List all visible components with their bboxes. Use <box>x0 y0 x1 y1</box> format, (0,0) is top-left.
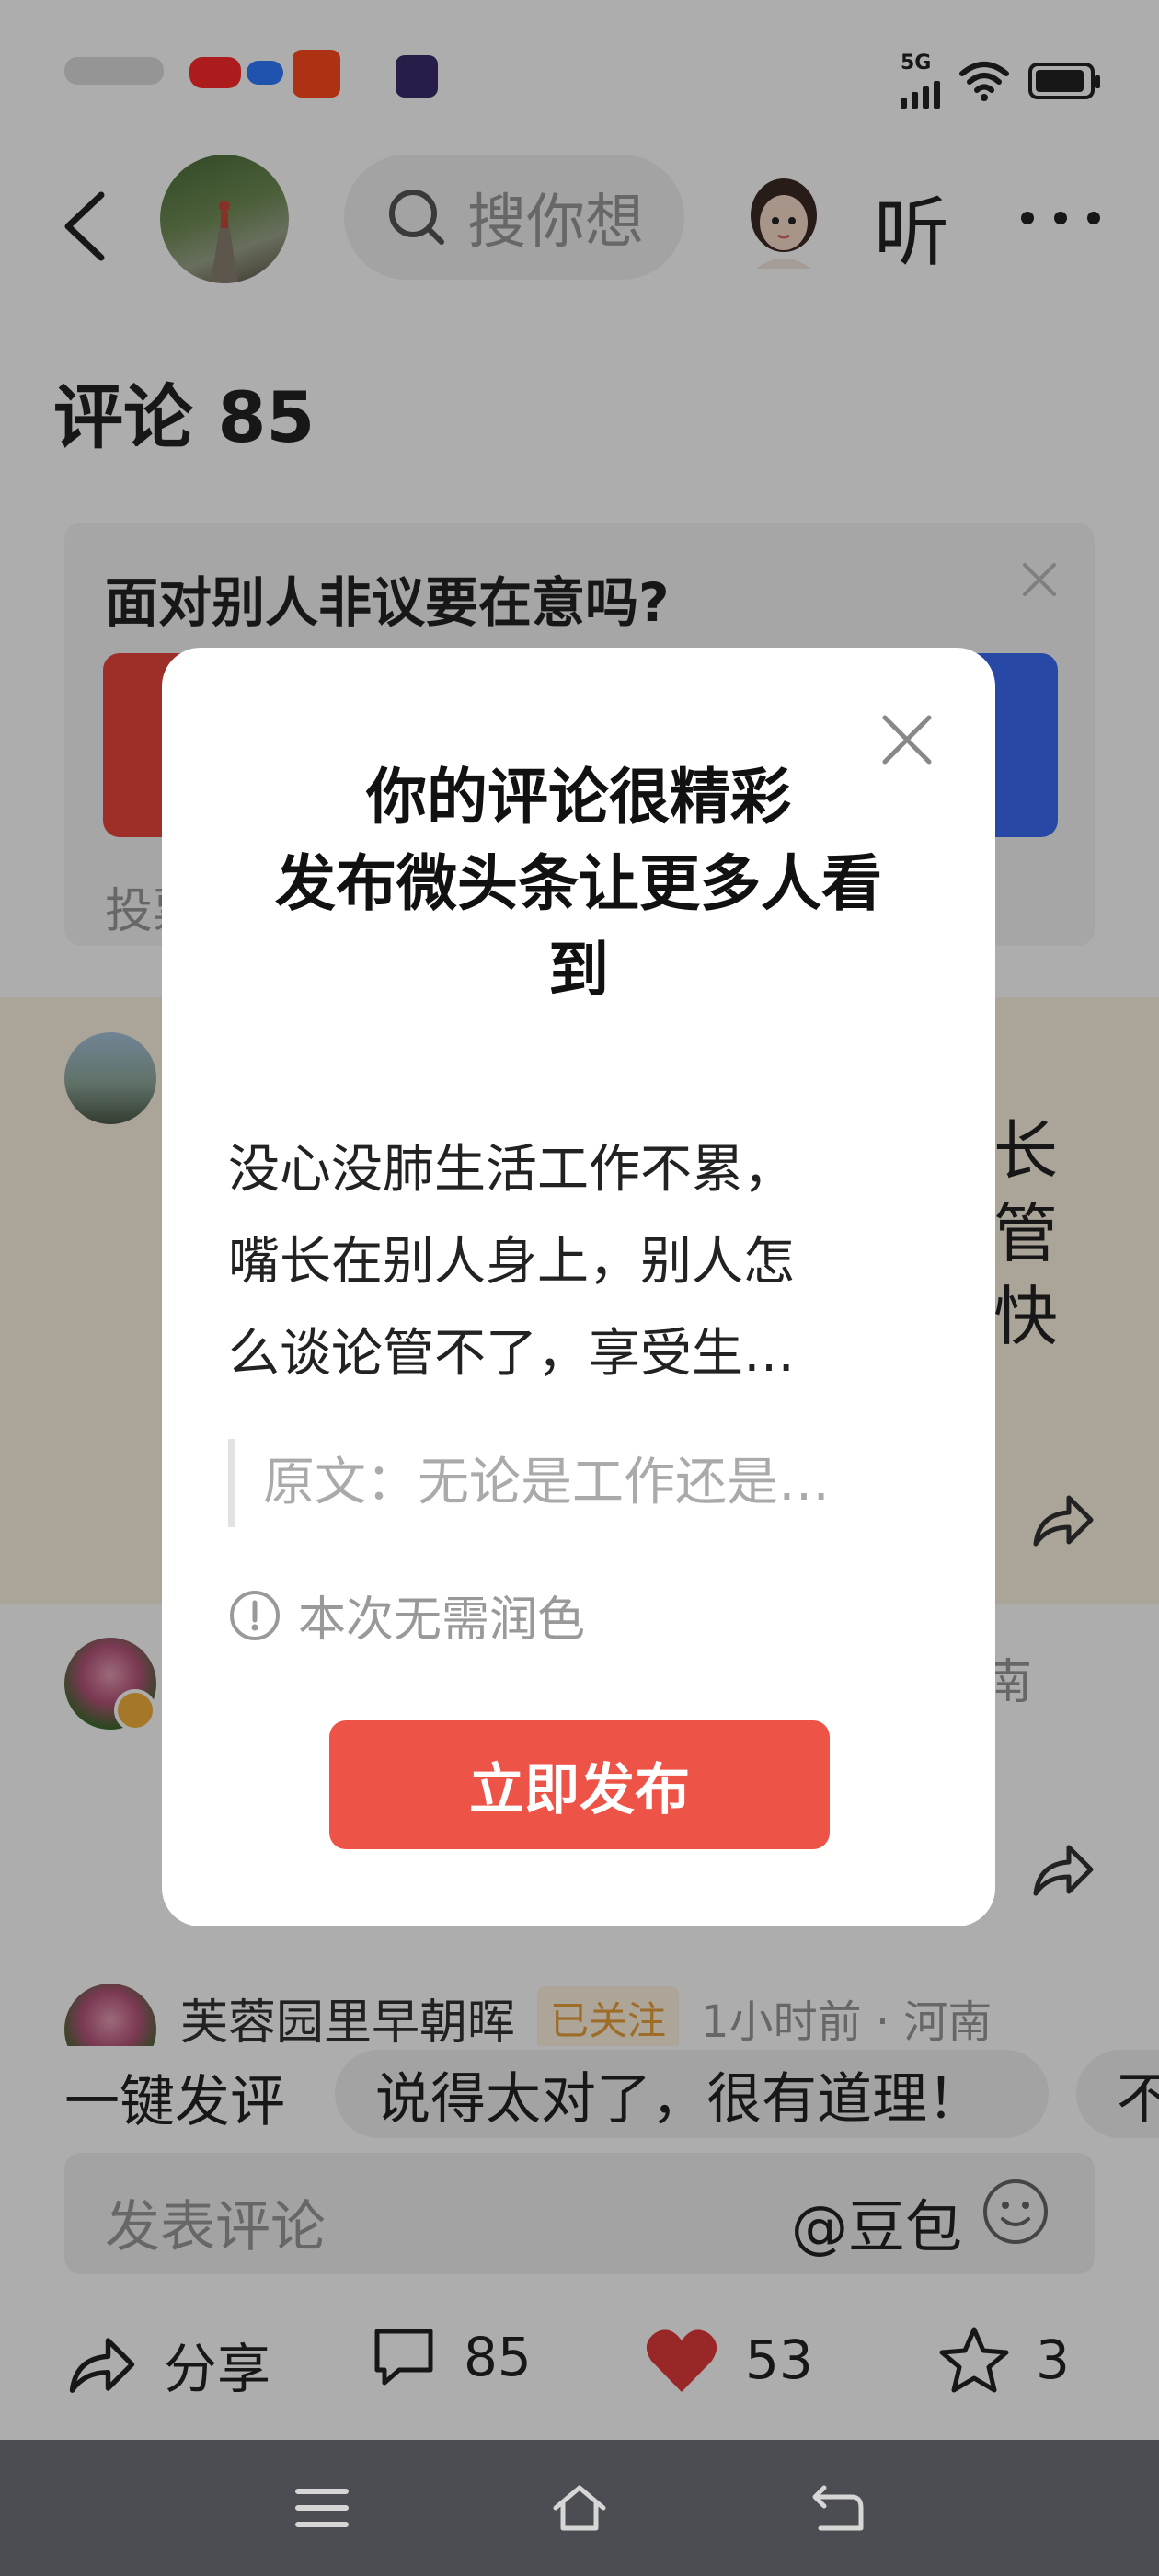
polish-tip: 本次无需润色 <box>228 1581 585 1650</box>
dialog-body-line: 么谈论管不了，享受生… <box>228 1324 795 1384</box>
system-nav-bar <box>0 2440 1159 2576</box>
dialog-title-line: 到 <box>548 935 609 1006</box>
dialog-comment-text: 没心没肺生活工作不累， 嘴长在别人身上，别人怎 么谈论管不了，享受生… <box>228 1124 909 1400</box>
publish-now-button[interactable]: 立即发布 <box>329 1720 830 1849</box>
dialog-body-line: 嘴长在别人身上，别人怎 <box>228 1232 795 1292</box>
dialog-title-line: 发布微头条让更多人看 <box>275 848 882 919</box>
info-icon <box>230 1590 280 1640</box>
publish-dialog: 你的评论很精彩 发布微头条让更多人看 到 没心没肺生活工作不累， 嘴长在别人身上… <box>162 648 995 1926</box>
original-quote: 原文：无论是工作还是… <box>228 1439 927 1527</box>
home-icon[interactable] <box>550 2482 609 2534</box>
polish-tip-text: 本次无需润色 <box>298 1593 586 1648</box>
dialog-title-line: 你的评论很精彩 <box>366 762 791 833</box>
back-icon[interactable] <box>808 2482 866 2534</box>
dialog-body-line: 没心没肺生活工作不累， <box>228 1140 795 1200</box>
menu-icon[interactable] <box>293 2482 351 2534</box>
dialog-title: 你的评论很精彩 发布微头条让更多人看 到 <box>226 754 931 1014</box>
